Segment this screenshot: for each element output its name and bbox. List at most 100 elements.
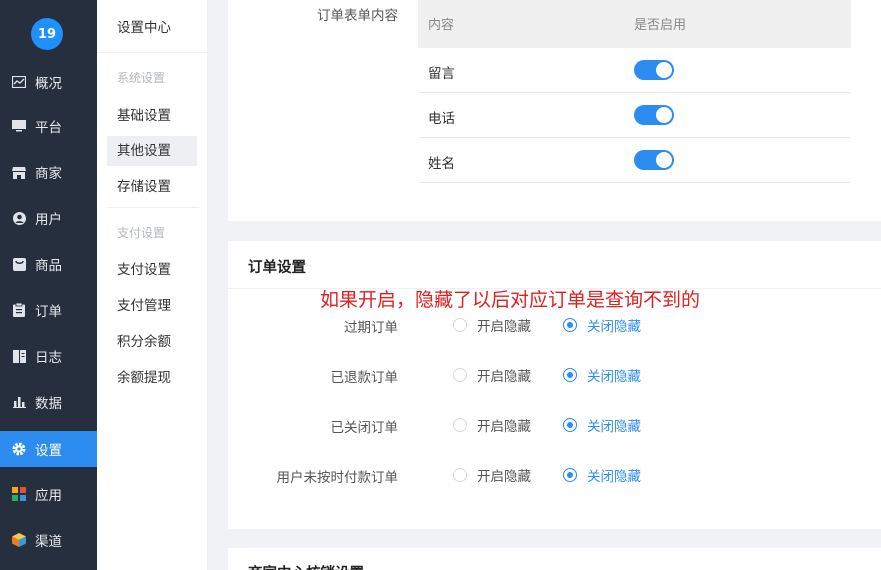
radio-label: 开启隐藏: [477, 469, 531, 485]
radio-dot: [563, 418, 577, 432]
submenu-divider: [107, 207, 199, 208]
unpaid-orders-row: 用户未按时付款订单 开启隐藏 关闭隐藏: [228, 463, 881, 487]
bar-chart-icon: [12, 395, 26, 409]
nav-label: 用户: [35, 212, 62, 228]
merchant-verification-card: 商家中心核销设置: [228, 548, 881, 570]
submenu-item-payment-settings[interactable]: 支付设置: [107, 255, 197, 285]
radio-label: 关闭隐藏: [587, 319, 641, 335]
store-icon: [12, 165, 26, 179]
nav-label: 渠道: [35, 534, 62, 550]
nav-item-logs[interactable]: 日志: [0, 338, 97, 374]
table-row: 电话: [418, 93, 851, 138]
nav-item-merchant[interactable]: 商家: [0, 154, 97, 190]
radio-label: 关闭隐藏: [587, 419, 641, 435]
submenu-item-payment-management[interactable]: 支付管理: [107, 291, 197, 321]
unpaid-hide-off-radio[interactable]: 关闭隐藏: [563, 463, 641, 487]
nav-item-products[interactable]: 商品: [0, 246, 97, 282]
table-row: 留言: [418, 48, 851, 93]
nav-item-data[interactable]: 数据: [0, 384, 97, 420]
radio-label: 开启隐藏: [477, 369, 531, 385]
closed-hide-off-radio[interactable]: 关闭隐藏: [563, 413, 641, 437]
nav-label: 日志: [35, 350, 62, 366]
nav-label: 平台: [35, 120, 62, 136]
column-enabled: 是否启用: [634, 18, 687, 33]
radio-dot: [453, 468, 467, 482]
monitor-icon: [12, 119, 26, 133]
app-root: 19 概况 平台 商家 用户 商品 订单 日志 数据 设置 应用 渠道 设置中心…: [0, 0, 881, 570]
refunded-orders-row: 已退款订单 开启隐藏 关闭隐藏: [228, 363, 881, 387]
expired-hide-on-radio[interactable]: 开启隐藏: [453, 313, 531, 337]
gear-icon: [12, 442, 26, 456]
message-enable-switch[interactable]: [634, 60, 674, 80]
order-form-table-header: 内容 是否启用: [418, 0, 851, 48]
name-enable-switch[interactable]: [634, 150, 674, 170]
expired-orders-row: 过期订单 开启隐藏 关闭隐藏: [228, 313, 881, 337]
logo-text: 19: [37, 26, 57, 42]
row-label: 用户未按时付款订单: [276, 470, 399, 486]
book-icon: [12, 349, 26, 363]
nav-label: 概况: [35, 76, 62, 92]
radio-label: 关闭隐藏: [587, 369, 641, 385]
radio-dot: [453, 418, 467, 432]
order-settings-card: 订单设置 如果开启，隐藏了以后对应订单是查询不到的 过期订单 开启隐藏 关闭隐藏…: [228, 241, 881, 529]
nav-item-channels[interactable]: 渠道: [0, 522, 97, 558]
field-name: 电话: [428, 111, 455, 127]
table-row: 姓名: [418, 138, 851, 183]
radio-dot: [563, 318, 577, 332]
nav-label: 商家: [35, 166, 62, 182]
switch-knob: [656, 62, 672, 78]
order-form-card: 订单表单内容 内容 是否启用 留言 电话 姓名: [228, 0, 881, 221]
annotation-note: 如果开启，隐藏了以后对应订单是查询不到的: [320, 289, 701, 311]
order-settings-title: 订单设置: [248, 260, 306, 276]
radio-dot: [563, 468, 577, 482]
nav-label: 设置: [35, 443, 62, 459]
submenu-item-points-balance[interactable]: 积分余额: [107, 327, 197, 357]
unpaid-hide-on-radio[interactable]: 开启隐藏: [453, 463, 531, 487]
settings-submenu: 设置中心 系统设置 基础设置 其他设置 存储设置 支付设置 支付设置 支付管理 …: [97, 0, 208, 570]
nav-item-settings[interactable]: 设置: [0, 431, 97, 467]
nav-item-overview[interactable]: 概况: [0, 64, 97, 100]
row-label: 已关闭订单: [330, 420, 399, 436]
radio-dot: [563, 368, 577, 382]
clipboard-icon: [12, 303, 26, 317]
apps-grid-icon: [12, 487, 26, 501]
nav-label: 数据: [35, 396, 62, 412]
radio-label: 开启隐藏: [477, 419, 531, 435]
field-name: 姓名: [428, 156, 455, 172]
closed-hide-on-radio[interactable]: 开启隐藏: [453, 413, 531, 437]
overview-chart-icon: [12, 75, 26, 89]
switch-knob: [656, 107, 672, 123]
nav-item-apps[interactable]: 应用: [0, 476, 97, 512]
radio-dot: [453, 318, 467, 332]
submenu-title: 设置中心: [97, 0, 208, 53]
expired-hide-off-radio[interactable]: 关闭隐藏: [563, 313, 641, 337]
radio-label: 关闭隐藏: [587, 469, 641, 485]
merchant-verification-title: 商家中心核销设置: [248, 562, 364, 570]
submenu-item-basic-settings[interactable]: 基础设置: [107, 101, 197, 131]
row-label: 过期订单: [344, 320, 398, 336]
submenu-item-balance-withdrawal[interactable]: 余额提现: [107, 363, 197, 393]
product-icon: [12, 257, 26, 271]
row-label: 已退款订单: [330, 370, 399, 386]
nav-item-orders[interactable]: 订单: [0, 292, 97, 328]
column-content: 内容: [428, 18, 455, 33]
radio-label: 开启隐藏: [477, 319, 531, 335]
submenu-item-other-settings[interactable]: 其他设置: [107, 136, 197, 166]
submenu-group-payment: 支付设置: [117, 226, 166, 240]
nav-label: 应用: [35, 488, 62, 504]
submenu-group-system: 系统设置: [117, 71, 166, 85]
phone-enable-switch[interactable]: [634, 105, 674, 125]
nav-label: 订单: [35, 304, 62, 320]
brand-logo[interactable]: 19: [31, 18, 63, 50]
closed-orders-row: 已关闭订单 开启隐藏 关闭隐藏: [228, 413, 881, 437]
cube-icon: [12, 533, 26, 547]
refunded-hide-on-radio[interactable]: 开启隐藏: [453, 363, 531, 387]
nav-item-users[interactable]: 用户: [0, 200, 97, 236]
main-nav: 19 概况 平台 商家 用户 商品 订单 日志 数据 设置 应用 渠道: [0, 0, 97, 570]
order-form-label: 订单表单内容: [317, 8, 398, 24]
submenu-item-storage-settings[interactable]: 存储设置: [107, 172, 197, 202]
switch-knob: [656, 152, 672, 168]
nav-item-platform[interactable]: 平台: [0, 108, 97, 144]
radio-dot: [453, 368, 467, 382]
refunded-hide-off-radio[interactable]: 关闭隐藏: [563, 363, 641, 387]
